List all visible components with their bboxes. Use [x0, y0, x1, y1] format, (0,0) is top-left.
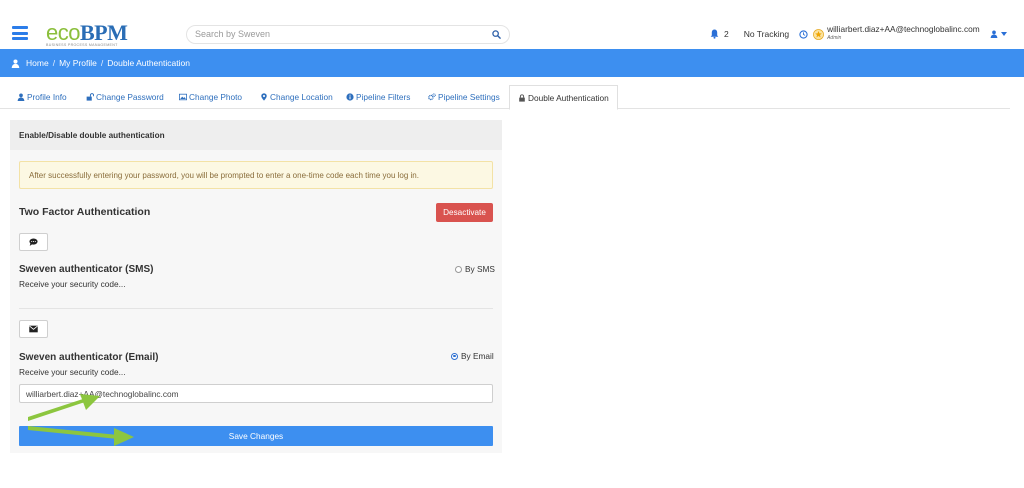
user-email: williarbert.diaz+AA@technoglobalinc.com — [827, 24, 980, 34]
email-method-description: Receive your security code... — [19, 367, 126, 377]
save-changes-button[interactable]: Save Changes — [19, 426, 493, 446]
tab-profile-info[interactable]: Profile Info — [17, 85, 67, 109]
sms-radio-dot[interactable] — [455, 265, 462, 273]
email-radio-label: By Email — [461, 351, 494, 361]
user-icon — [11, 58, 20, 68]
user-icon — [17, 93, 25, 101]
sms-radio[interactable]: By SMS — [455, 264, 495, 274]
cogs-icon — [428, 93, 436, 101]
search-box — [186, 25, 510, 44]
tab-label: Profile Info — [27, 92, 67, 102]
email-field[interactable] — [19, 384, 493, 403]
user-icon — [990, 30, 998, 38]
sms-method-title: Sweven authenticator (SMS) — [19, 264, 154, 275]
tab-label: Double Authentication — [528, 92, 609, 103]
breadcrumb: Home / My Profile / Double Authenticatio… — [0, 49, 1024, 77]
unlock-icon — [86, 93, 94, 101]
info-icon — [346, 93, 354, 101]
sms-method-description: Receive your security code... — [19, 279, 126, 289]
email-radio[interactable]: By Email — [451, 351, 494, 361]
tab-change-photo[interactable]: Change Photo — [179, 85, 242, 109]
tab-pipeline-settings[interactable]: Pipeline Settings — [428, 85, 500, 109]
deactivate-button[interactable]: Desactivate — [436, 203, 493, 222]
user-info[interactable]: williarbert.diaz+AA@technoglobalinc.com … — [827, 25, 980, 43]
tab-label: Change Password — [96, 92, 164, 102]
lock-icon — [519, 93, 525, 102]
profile-tabs: Profile Info Change Password Change Phot… — [0, 85, 1010, 110]
panel-heading: Enable/Disable double authentication — [10, 120, 502, 150]
map-marker-icon — [261, 93, 267, 101]
breadcrumb-home[interactable]: Home — [26, 58, 49, 68]
email-method-title: Sweven authenticator (Email) — [19, 352, 159, 363]
tab-label: Pipeline Filters — [356, 92, 411, 102]
bell-icon[interactable] — [710, 29, 719, 39]
email-radio-dot[interactable] — [451, 352, 458, 360]
breadcrumb-current: Double Authentication — [107, 58, 190, 68]
tab-label: Pipeline Settings — [438, 92, 500, 102]
comment-icon — [29, 238, 38, 246]
tracking-status[interactable]: No Tracking — [744, 29, 789, 39]
tfa-title: Two Factor Authentication — [19, 206, 151, 218]
breadcrumb-separator: / — [100, 58, 104, 68]
tab-pipeline-filters[interactable]: Pipeline Filters — [346, 85, 410, 109]
breadcrumb-my-profile[interactable]: My Profile — [59, 58, 97, 68]
double-auth-panel: Enable/Disable double authentication Aft… — [10, 120, 502, 453]
sms-radio-label: By SMS — [465, 264, 495, 274]
search-input[interactable] — [195, 29, 485, 39]
menu-icon[interactable] — [12, 26, 28, 40]
divider — [19, 308, 493, 309]
tab-label: Change Photo — [189, 92, 243, 102]
clock-icon[interactable] — [799, 29, 808, 39]
photo-icon — [179, 93, 187, 101]
chevron-down-icon — [1000, 32, 1007, 36]
email-icon-box — [19, 320, 48, 338]
tab-change-location[interactable]: Change Location — [260, 85, 333, 109]
user-menu-toggle[interactable] — [990, 30, 1007, 38]
envelope-icon — [29, 325, 38, 333]
header-actions: 2 No Tracking williarbert.diaz+AA@techno… — [710, 24, 1007, 44]
alert-text: After successfully entering your passwor… — [29, 170, 419, 180]
info-alert: After successfully entering your passwor… — [19, 161, 493, 189]
tab-label: Change Location — [270, 92, 333, 102]
app-logo[interactable]: ecoBPM BUSINESS PROCESS MANAGEMENT — [46, 22, 128, 48]
search-icon[interactable] — [492, 30, 501, 39]
notification-count: 2 — [724, 29, 729, 39]
user-role: Admin — [827, 35, 842, 41]
tab-change-password[interactable]: Change Password — [86, 85, 164, 109]
avatar[interactable] — [813, 28, 825, 40]
tab-double-authentication[interactable]: Double Authentication — [509, 85, 618, 110]
sms-icon-box — [19, 233, 48, 251]
breadcrumb-separator: / — [52, 58, 56, 68]
top-header: ecoBPM BUSINESS PROCESS MANAGEMENT 2 No … — [0, 0, 1024, 49]
